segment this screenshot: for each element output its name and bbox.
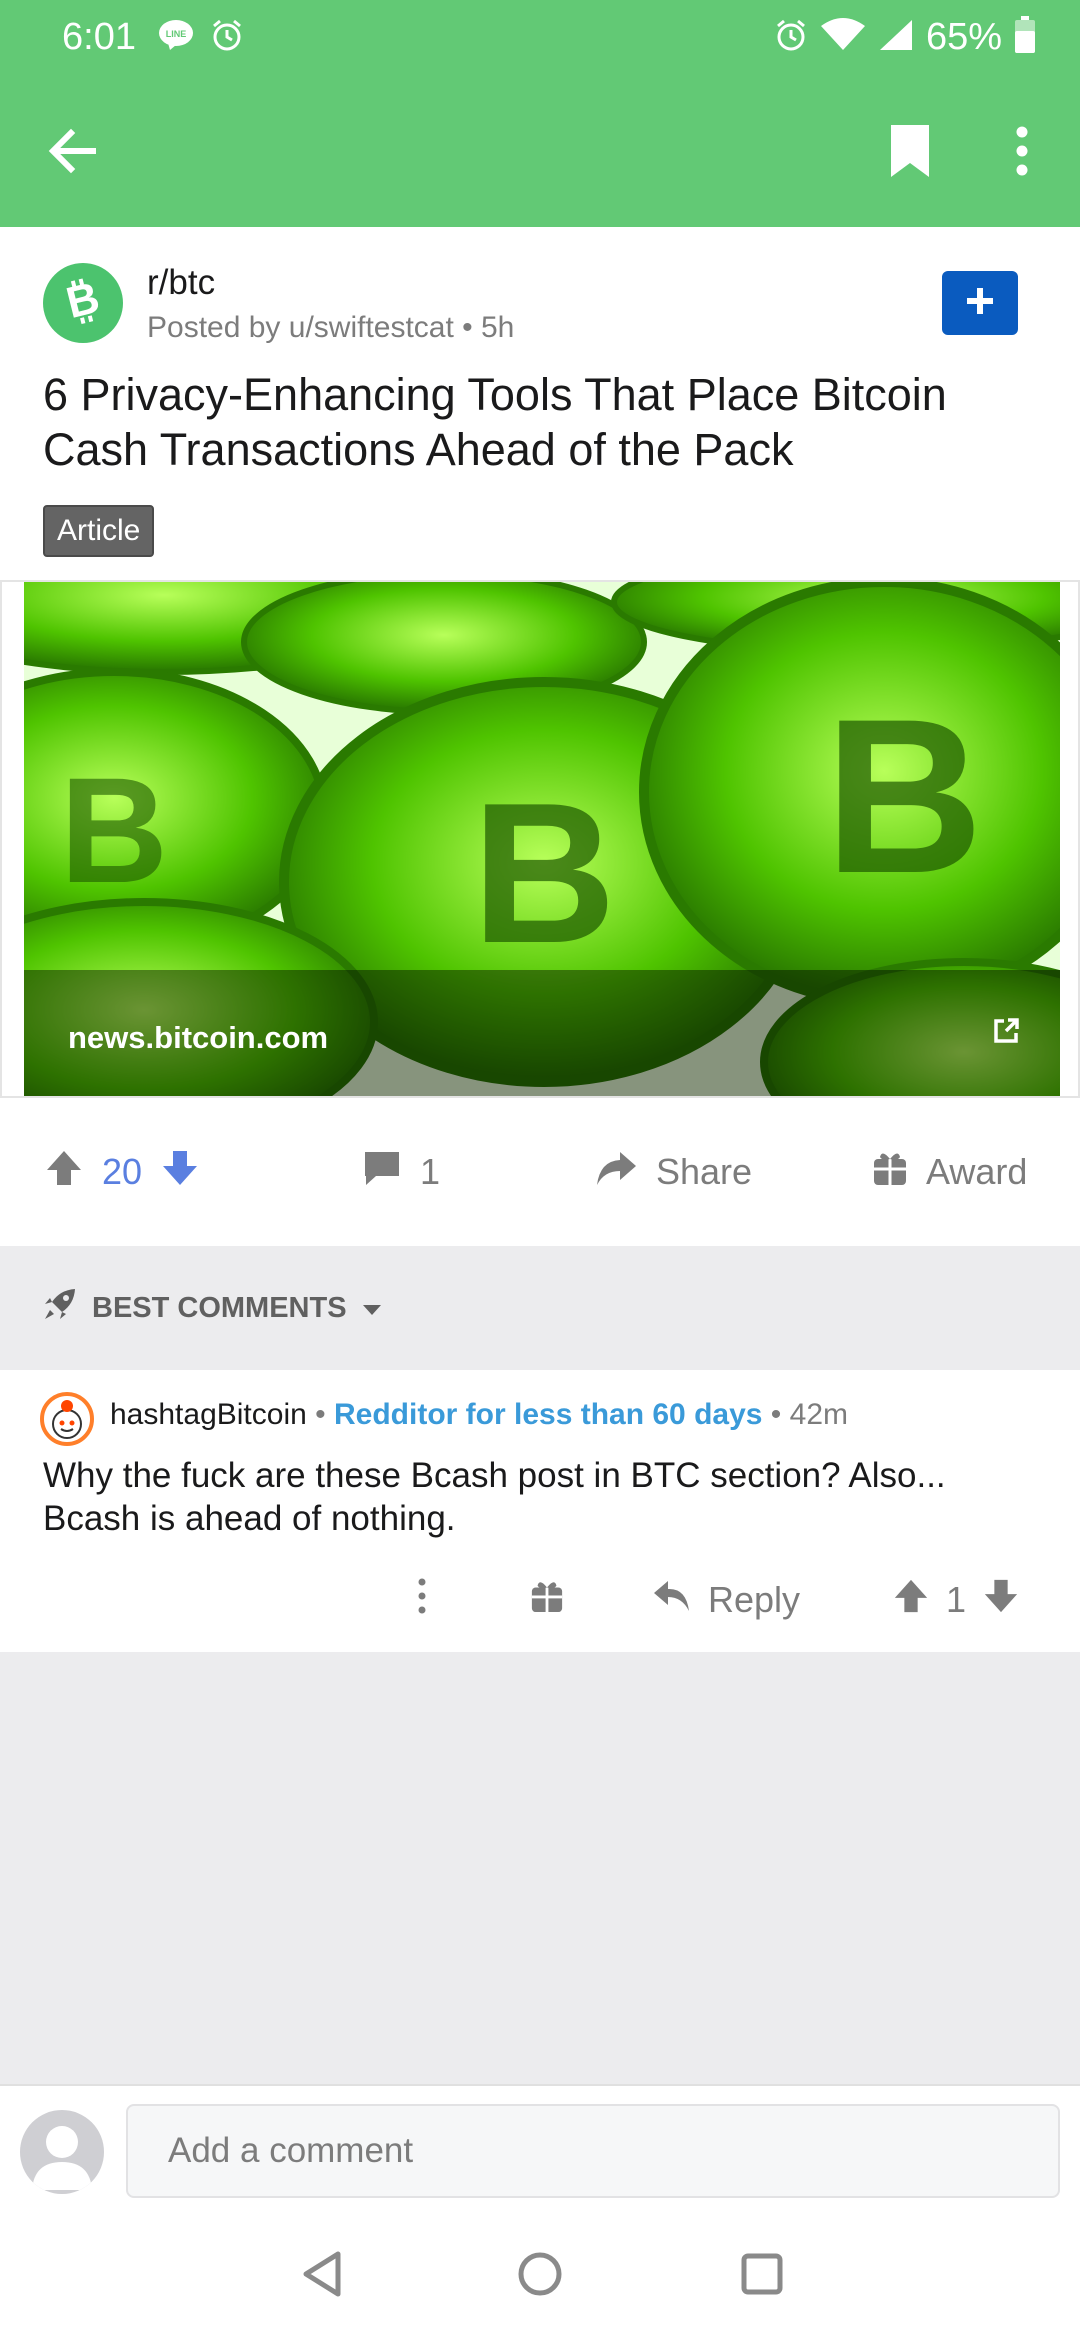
comment-author[interactable]: hashtagBitcoin	[110, 1398, 307, 1431]
comment-body: Why the fuck are these Bcash post in BTC…	[43, 1456, 946, 1538]
square-recents-icon	[739, 2251, 785, 2302]
link-domain: news.bitcoin.com	[68, 1020, 329, 1055]
svg-text:B: B	[472, 762, 616, 985]
status-bar: 6:01 LINE 65%	[0, 0, 1080, 80]
share-button[interactable]: Share	[594, 1098, 752, 1246]
bitcoin-coins-image: B B B news.bitcoin.com	[24, 582, 1060, 1096]
meta-separator: •	[762, 1398, 790, 1431]
back-arrow-icon	[47, 128, 97, 179]
save-post-button[interactable]	[868, 118, 952, 188]
svg-text:B: B	[825, 673, 984, 919]
nav-back-button[interactable]	[292, 2246, 352, 2306]
post-score: 20	[102, 1151, 143, 1192]
more-vert-icon	[1015, 125, 1029, 182]
cell-signal-icon	[878, 18, 914, 57]
gift-icon	[872, 1149, 908, 1196]
subreddit-avatar[interactable]: B	[43, 263, 123, 343]
comment-meta: hashtagBitcoin • Redditor for less than …	[110, 1398, 848, 1432]
vote-control: 20	[44, 1098, 200, 1246]
share-arrow-icon	[594, 1149, 638, 1196]
battery-percent: 65%	[925, 16, 1002, 58]
gift-icon	[530, 1578, 564, 1623]
subreddit-name[interactable]: r/btc	[147, 263, 215, 303]
triangle-back-icon	[300, 2250, 344, 2303]
circle-home-icon	[516, 2250, 564, 2303]
rocket-icon	[42, 1286, 78, 1330]
comment-upvote-button[interactable]	[892, 1577, 930, 1624]
more-vert-icon	[410, 1576, 434, 1625]
meta-separator: •	[306, 1398, 334, 1431]
upvote-arrow-icon	[894, 1579, 928, 1612]
link-preview[interactable]: B B B news.bitcoin.com	[0, 580, 1080, 1098]
comments-button[interactable]: 1	[362, 1098, 440, 1246]
upvote-arrow-icon	[47, 1150, 81, 1185]
caret-down-icon	[361, 1292, 383, 1325]
comment-score: 1	[946, 1579, 967, 1620]
downvote-arrow-icon	[984, 1579, 1018, 1612]
current-user-avatar	[20, 2110, 104, 2194]
battery-icon	[1014, 16, 1036, 59]
status-system-icons: 65%	[774, 16, 1036, 59]
post-flair[interactable]: Article	[43, 505, 155, 557]
external-link-icon	[992, 1017, 1020, 1050]
reply-arrow-icon	[652, 1578, 692, 1623]
award-button[interactable]: Award	[872, 1098, 1027, 1246]
comment-more-button[interactable]	[410, 1570, 434, 1630]
post-author-meta[interactable]: Posted by u/swiftestcat • 5h	[147, 311, 514, 345]
post-title: 6 Privacy-Enhancing Tools That Place Bit…	[43, 369, 947, 475]
share-label: Share	[656, 1151, 753, 1192]
comment-count: 1	[420, 1151, 441, 1192]
post-action-bar: 20 1 Share Award	[0, 1098, 1080, 1246]
svg-text:B: B	[60, 746, 168, 914]
system-nav-bar	[0, 2212, 1080, 2340]
line-icon: LINE	[158, 19, 194, 56]
award-label: Award	[926, 1151, 1028, 1192]
downvote-arrow-icon	[163, 1150, 198, 1185]
comment-sort-dropdown[interactable]: BEST COMMENTS	[42, 1246, 383, 1370]
app-toolbar: 6:01 LINE 65%	[0, 0, 1080, 227]
reply-label: Reply	[708, 1579, 801, 1620]
commenter-avatar[interactable]	[40, 1392, 94, 1446]
alarm-icon	[774, 18, 808, 57]
downvote-button[interactable]	[160, 1148, 200, 1197]
user-flair: Redditor for less than 60 days	[334, 1398, 763, 1431]
status-time: 6:01	[62, 16, 136, 58]
svg-text:LINE: LINE	[166, 29, 187, 39]
comment-sort-label: BEST COMMENTS	[92, 1291, 347, 1324]
comment-bubble-icon	[362, 1149, 402, 1196]
bookmark-icon	[887, 123, 933, 184]
back-button[interactable]	[30, 118, 114, 188]
join-subreddit-button[interactable]	[942, 271, 1018, 335]
comment-vote-control: 1	[892, 1570, 1020, 1630]
overflow-menu-button[interactable]	[990, 118, 1054, 188]
upvote-button[interactable]	[44, 1148, 84, 1197]
empty-comments-area	[0, 1652, 1080, 2084]
bitcoin-cash-logo-icon: B	[53, 271, 113, 336]
comment-downvote-button[interactable]	[982, 1577, 1020, 1624]
comments-header: BEST COMMENTS	[0, 1246, 1080, 1370]
comment-composer	[0, 2084, 1080, 2212]
reply-button[interactable]: Reply	[652, 1570, 800, 1630]
add-comment-input[interactable]	[126, 2104, 1060, 2198]
alarm-icon	[210, 18, 244, 57]
plus-icon	[964, 285, 996, 322]
nav-recents-button[interactable]	[732, 2246, 792, 2306]
comment-age: 42m	[789, 1398, 848, 1431]
comment-award-button[interactable]	[530, 1570, 564, 1630]
status-notification-icons: LINE	[158, 18, 244, 57]
wifi-icon	[820, 18, 866, 57]
comment-item: hashtagBitcoin • Redditor for less than …	[0, 1370, 1080, 1652]
nav-home-button[interactable]	[510, 2246, 570, 2306]
